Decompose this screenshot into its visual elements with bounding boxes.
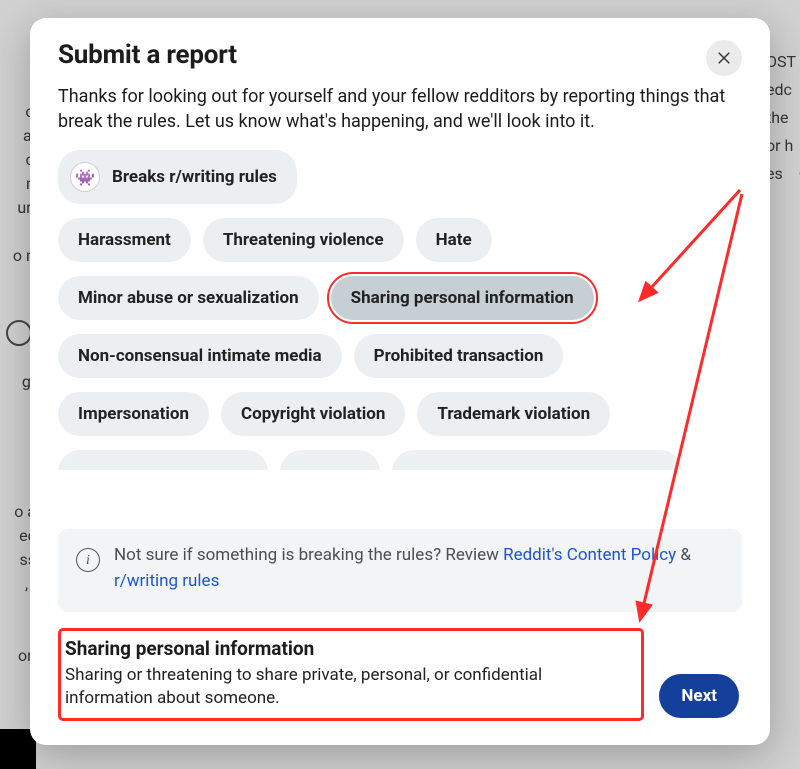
- reason-prohibited-transaction[interactable]: Prohibited transaction: [354, 334, 564, 378]
- reason-cutoff[interactable]: ph: [280, 450, 380, 470]
- reason-cutoff[interactable]: placeholder: [58, 450, 268, 470]
- selected-reason-description: Sharing or threatening to share private,…: [65, 664, 631, 710]
- reason-hate[interactable]: Hate: [416, 218, 492, 262]
- next-button[interactable]: Next: [659, 674, 739, 718]
- policy-hint-text: Not sure if something is breaking the ru…: [114, 543, 724, 594]
- info-icon: i: [76, 548, 100, 572]
- reason-copyright[interactable]: Copyright violation: [221, 392, 405, 436]
- selected-reason-explain: Sharing personal information Sharing or …: [61, 631, 641, 718]
- modal-header: Submit a report: [30, 18, 770, 84]
- snoo-icon: 👾: [70, 162, 100, 192]
- reason-ncim[interactable]: Non-consensual intimate media: [58, 334, 342, 378]
- reason-label: Hate: [436, 230, 472, 250]
- reason-trademark[interactable]: Trademark violation: [417, 392, 610, 436]
- reason-sharing-personal-info[interactable]: Sharing personal information: [331, 276, 594, 320]
- reason-label: Harassment: [78, 230, 171, 250]
- policy-hint-and: &: [676, 545, 691, 565]
- report-modal: Submit a report Thanks for looking out f…: [30, 18, 770, 745]
- selected-reason-title: Sharing personal information: [65, 637, 631, 660]
- policy-hint-prefix: Not sure if something is breaking the ru…: [114, 545, 503, 565]
- reason-impersonation[interactable]: Impersonation: [58, 392, 209, 436]
- reason-label: Threatening violence: [223, 230, 384, 250]
- reason-label: Non-consensual intimate media: [78, 346, 322, 366]
- reason-label: Impersonation: [78, 404, 189, 424]
- modal-title: Submit a report: [58, 40, 237, 70]
- reason-cutoff[interactable]: placeholder long: [392, 450, 682, 470]
- modal-footer: Sharing personal information Sharing or …: [30, 612, 770, 745]
- reason-label: Copyright violation: [241, 404, 385, 424]
- reason-label: Prohibited transaction: [374, 346, 544, 366]
- link-community-rules[interactable]: r/writing rules: [114, 571, 219, 591]
- reason-harassment[interactable]: Harassment: [58, 218, 191, 262]
- reason-label: Sharing personal information: [351, 288, 574, 308]
- close-icon: [715, 49, 733, 67]
- close-button[interactable]: [706, 40, 742, 76]
- report-reasons-list: 👾 Breaks r/writing rules Harassment Thre…: [30, 146, 770, 523]
- policy-hint-box: i Not sure if something is breaking the …: [58, 529, 742, 612]
- reason-minor-abuse[interactable]: Minor abuse or sexualization: [58, 276, 319, 320]
- reason-threatening-violence[interactable]: Threatening violence: [203, 218, 404, 262]
- link-content-policy[interactable]: Reddit's Content Policy: [503, 545, 676, 565]
- reason-label: Breaks r/writing rules: [112, 167, 277, 187]
- reason-community-rules[interactable]: 👾 Breaks r/writing rules: [58, 150, 297, 204]
- reason-label: Trademark violation: [437, 404, 590, 424]
- modal-intro-text: Thanks for looking out for yourself and …: [30, 84, 770, 146]
- reason-label: Minor abuse or sexualization: [78, 288, 299, 308]
- reasons-cutoff-row: placeholder ph placeholder long: [58, 450, 742, 470]
